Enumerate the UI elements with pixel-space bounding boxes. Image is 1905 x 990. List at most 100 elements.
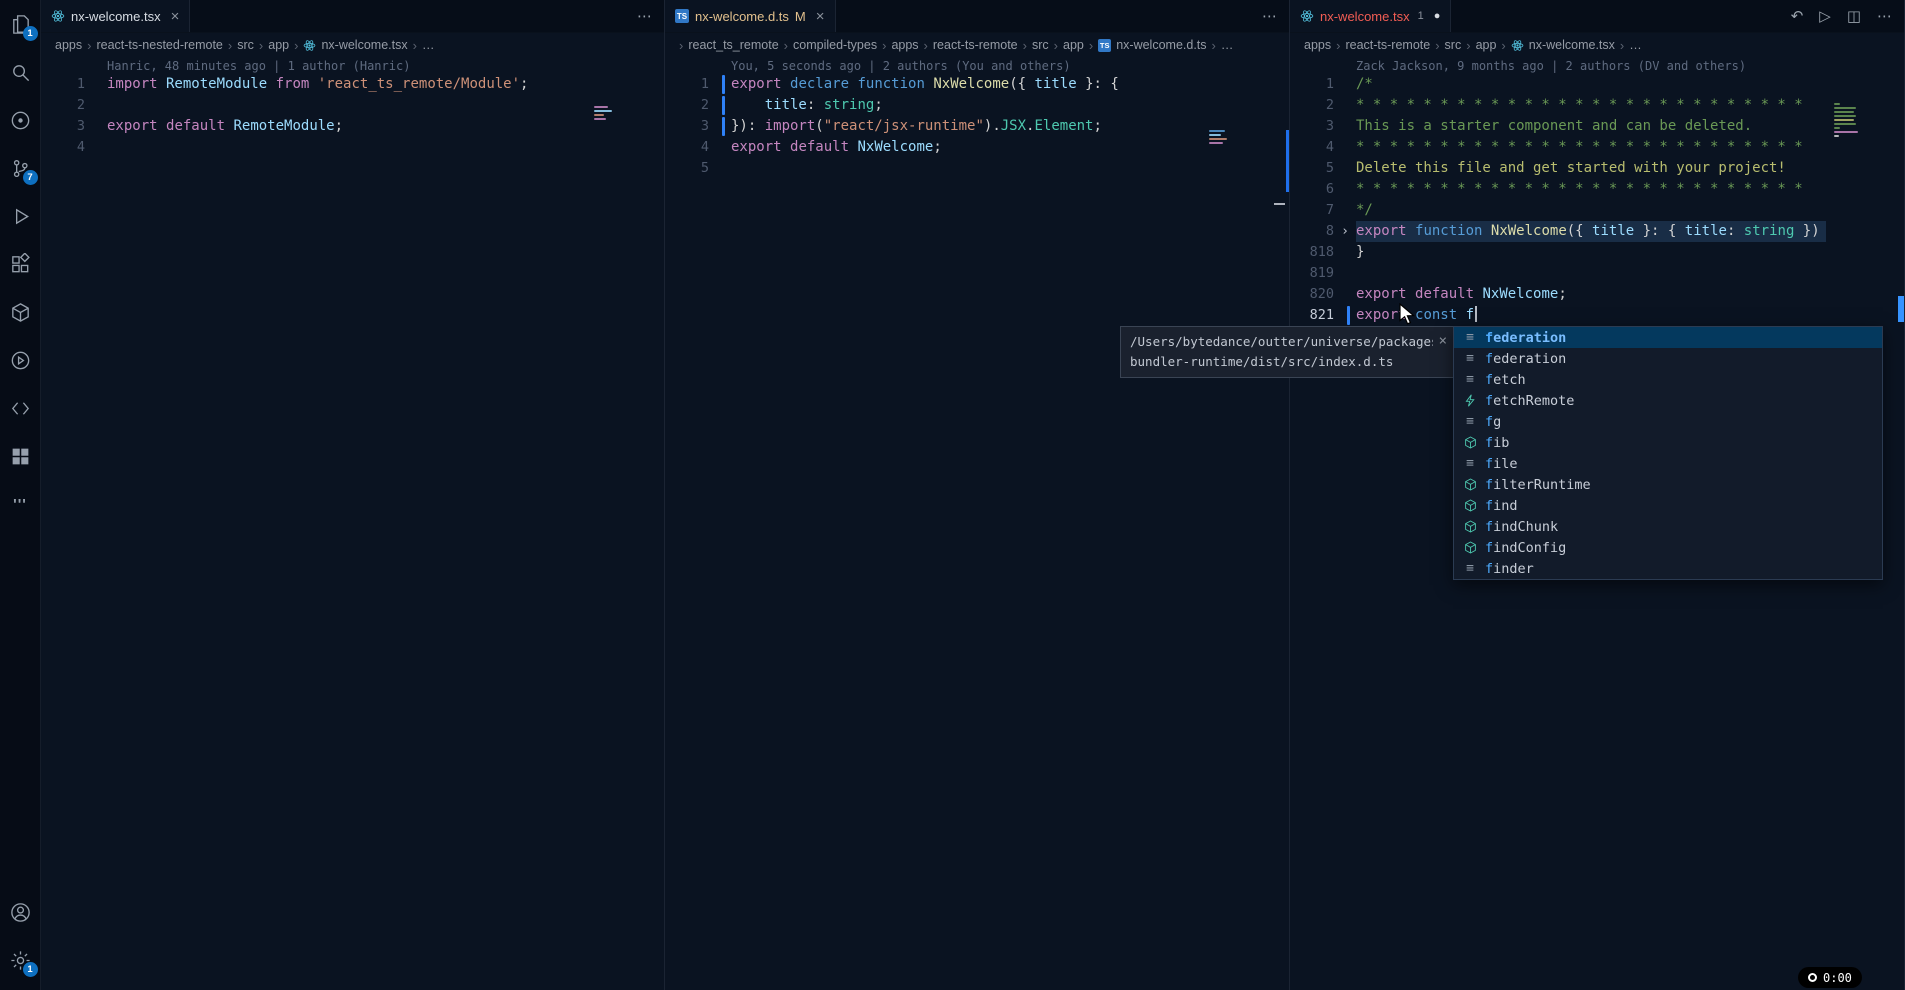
breadcrumb-item[interactable]: nx-welcome.tsx <box>1529 38 1615 52</box>
suggest-item[interactable]: find <box>1454 495 1882 516</box>
breadcrumb-item[interactable]: src <box>1032 38 1049 52</box>
close-icon[interactable]: × <box>171 8 180 25</box>
code-line[interactable]: 3export default RemoteModule; <box>41 116 664 137</box>
suggest-item[interactable]: fib <box>1454 432 1882 453</box>
code-line[interactable]: 2 title: string; <box>665 95 1289 116</box>
split-editor-icon[interactable]: ◫ <box>1847 7 1861 25</box>
code-editor-2[interactable]: You, 5 seconds ago | 2 authors (You and … <box>665 57 1289 990</box>
activity-explorer-icon[interactable]: 1 <box>0 0 41 48</box>
line-number[interactable]: 3 <box>665 116 709 137</box>
code-line[interactable]: 1import RemoteModule from 'react_ts_remo… <box>41 74 664 95</box>
activity-account-icon[interactable] <box>0 888 41 936</box>
line-number[interactable]: 8 <box>1290 221 1334 242</box>
code-line[interactable]: 8›export function NxWelcome({ title }: {… <box>1290 221 1904 242</box>
line-number[interactable]: 1 <box>665 74 709 95</box>
code-line[interactable]: 4* * * * * * * * * * * * * * * * * * * *… <box>1290 137 1904 158</box>
minimap[interactable] <box>594 106 612 120</box>
breadcrumb-item[interactable]: app <box>268 38 289 52</box>
suggest-item[interactable]: fetchRemote <box>1454 390 1882 411</box>
line-number[interactable]: 3 <box>41 116 85 137</box>
line-number[interactable]: 7 <box>1290 200 1334 221</box>
suggest-item[interactable]: findChunk <box>1454 516 1882 537</box>
line-number[interactable]: 4 <box>1290 137 1334 158</box>
breadcrumb-item[interactable]: compiled-types <box>793 38 877 52</box>
breadcrumb[interactable]: ›react_ts_remote›compiled-types›apps›rea… <box>665 33 1289 57</box>
tab-nx-welcome-tsx-2[interactable]: nx-welcome.tsx 1 ● <box>1290 0 1451 32</box>
breadcrumb-item[interactable]: react_ts_remote <box>688 38 778 52</box>
suggest-item[interactable]: filterRuntime <box>1454 474 1882 495</box>
discard-changes-icon[interactable]: ↶ <box>1791 7 1804 25</box>
line-number[interactable]: 2 <box>665 95 709 116</box>
breadcrumb[interactable]: apps›react-ts-remote›src›app›nx-welcome.… <box>1290 33 1904 57</box>
line-number[interactable]: 5 <box>1290 158 1334 179</box>
code-line[interactable]: 1/* <box>1290 74 1904 95</box>
tab-nx-welcome-dts[interactable]: TS nx-welcome.d.ts M × <box>665 0 836 32</box>
code-line[interactable]: 821export const f <box>1290 305 1904 326</box>
code-line[interactable]: 4 <box>41 137 664 158</box>
line-number[interactable]: 1 <box>1290 74 1334 95</box>
breadcrumb-item[interactable]: … <box>422 38 435 52</box>
code-line[interactable]: 1export declare function NxWelcome({ tit… <box>665 74 1289 95</box>
more-actions-icon[interactable]: ⋯ <box>637 7 652 25</box>
line-number[interactable]: 4 <box>41 137 85 158</box>
suggest-item[interactable]: findConfig <box>1454 537 1882 558</box>
suggest-item[interactable]: ≡file <box>1454 453 1882 474</box>
line-number[interactable]: 6 <box>1290 179 1334 200</box>
activity-extensions-icon[interactable] <box>0 240 41 288</box>
activity-comments-icon[interactable]: ''' <box>0 480 41 528</box>
breadcrumb-item[interactable]: … <box>1221 38 1234 52</box>
run-file-icon[interactable]: ▷ <box>1819 7 1831 25</box>
activity-code-snippets-icon[interactable] <box>0 384 41 432</box>
line-number[interactable]: 819 <box>1290 263 1334 284</box>
activity-settings-icon[interactable]: 1 <box>0 936 41 984</box>
code-line[interactable]: 5Delete this file and get started with y… <box>1290 158 1904 179</box>
code-editor-1[interactable]: Hanric, 48 minutes ago | 1 author (Hanri… <box>41 57 664 990</box>
close-icon[interactable]: × <box>1439 331 1447 351</box>
line-number[interactable]: 4 <box>665 137 709 158</box>
code-line[interactable]: 819 <box>1290 263 1904 284</box>
breadcrumb-item[interactable]: … <box>1629 38 1642 52</box>
breadcrumb-item[interactable]: apps <box>55 38 82 52</box>
code-line[interactable]: 2* * * * * * * * * * * * * * * * * * * *… <box>1290 95 1904 116</box>
activity-search-icon[interactable] <box>0 48 41 96</box>
line-number[interactable]: 3 <box>1290 116 1334 137</box>
more-actions-icon[interactable]: ⋯ <box>1262 7 1277 25</box>
line-number[interactable]: 2 <box>41 95 85 116</box>
activity-run-debug-icon[interactable] <box>0 192 41 240</box>
suggest-item-selected[interactable]: ≡federation <box>1454 327 1882 348</box>
fold-collapsed-icon[interactable]: › <box>1334 221 1356 242</box>
dirty-indicator[interactable]: ● <box>1434 10 1441 22</box>
activity-source-control-icon[interactable]: 7 <box>0 144 41 192</box>
code-line[interactable]: 2 <box>41 95 664 116</box>
close-icon[interactable]: × <box>816 8 825 25</box>
breadcrumb-item[interactable]: src <box>1445 38 1462 52</box>
breadcrumb-item[interactable]: react-ts-nested-remote <box>96 38 222 52</box>
line-number[interactable]: 5 <box>665 158 709 179</box>
breadcrumb-item[interactable]: apps <box>1304 38 1331 52</box>
line-number[interactable]: 818 <box>1290 242 1334 263</box>
code-line[interactable]: 818} <box>1290 242 1904 263</box>
code-line[interactable]: 820export default NxWelcome; <box>1290 284 1904 305</box>
scrollbar-thumb[interactable] <box>1898 296 1904 322</box>
suggest-item[interactable]: ≡fg <box>1454 411 1882 432</box>
code-line[interactable]: 4export default NxWelcome; <box>665 137 1289 158</box>
breadcrumb-item[interactable]: react-ts-remote <box>933 38 1018 52</box>
breadcrumb-item[interactable]: app <box>1063 38 1084 52</box>
suggest-item[interactable]: ≡finder <box>1454 558 1882 579</box>
breadcrumb-item[interactable]: react-ts-remote <box>1345 38 1430 52</box>
line-number[interactable]: 820 <box>1290 284 1334 305</box>
breadcrumb-item[interactable]: app <box>1476 38 1497 52</box>
minimap[interactable] <box>1834 103 1858 137</box>
breadcrumb-item[interactable]: nx-welcome.tsx <box>321 38 407 52</box>
code-line[interactable]: 7*/ <box>1290 200 1904 221</box>
line-number[interactable]: 1 <box>41 74 85 95</box>
more-actions-icon[interactable]: ⋯ <box>1877 7 1892 25</box>
breadcrumb-item[interactable]: apps <box>891 38 918 52</box>
line-number[interactable]: 2 <box>1290 95 1334 116</box>
minimap[interactable] <box>1209 130 1227 144</box>
suggest-item[interactable]: ≡fetch <box>1454 369 1882 390</box>
activity-project-grid-icon[interactable] <box>0 432 41 480</box>
breadcrumb-item[interactable]: src <box>237 38 254 52</box>
suggest-item[interactable]: ≡federation <box>1454 348 1882 369</box>
code-line[interactable]: 5 <box>665 158 1289 179</box>
